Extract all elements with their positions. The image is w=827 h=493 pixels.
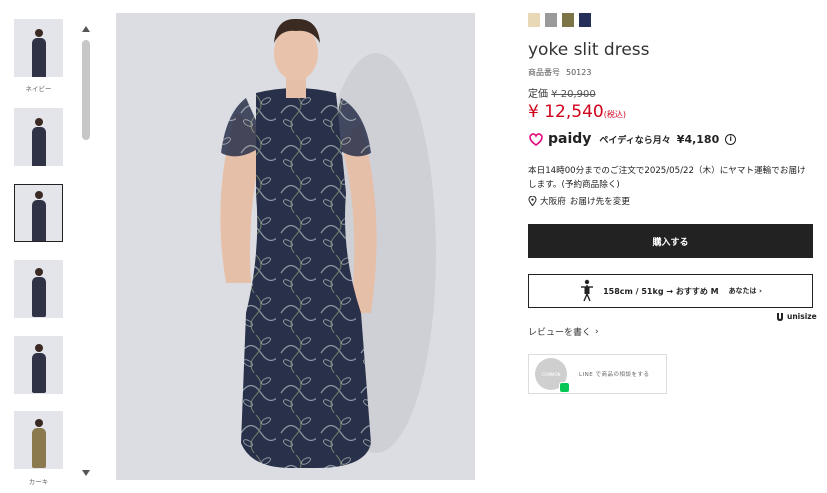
thumbnail-6[interactable]	[14, 411, 63, 469]
swatch-navy[interactable]	[579, 13, 591, 27]
thumbnail-4[interactable]	[14, 260, 63, 318]
model-illustration	[220, 18, 436, 468]
change-address-link[interactable]: お届け先を変更	[570, 195, 630, 207]
sale-price-value: ¥ 12,540	[528, 102, 604, 122]
paidy-logo: paidy	[528, 131, 591, 147]
size-link-label: あなたは	[728, 287, 757, 295]
color-swatches	[528, 13, 591, 27]
scroll-up-arrow[interactable]	[82, 26, 90, 32]
chevron-right-icon: ›	[759, 287, 762, 295]
chevron-right-icon: ›	[595, 326, 599, 337]
scroll-down-arrow[interactable]	[82, 470, 90, 476]
sale-price: ¥ 12,540(税込)	[528, 102, 626, 122]
write-review-label: レビューを書く	[528, 328, 592, 338]
paidy-monthly-label: ペイディなら月々	[599, 135, 671, 146]
product-sku: 商品番号 50123	[528, 67, 591, 78]
paidy-mark-icon	[529, 133, 543, 146]
size-recommendation[interactable]: 158cm / 51kg → おすすめ M あなたは ›	[528, 274, 813, 308]
list-price: 定価 ¥ 20,900	[528, 85, 596, 100]
list-price-value: ¥ 20,900	[551, 89, 596, 100]
thumbnail-caption-navy: ネイビー	[25, 85, 52, 93]
delivery-location: 大阪府 お届け先を変更	[528, 195, 630, 207]
sku-label: 商品番号	[528, 68, 560, 77]
paidy-monthly-amount: ¥4,180	[676, 132, 720, 146]
thumbnail-2[interactable]	[14, 108, 63, 166]
unisize-text: unisize	[787, 312, 817, 321]
line-consultation-button[interactable]: COMMON LINE で商品の相談をする	[528, 354, 667, 394]
thumbnail-caption-khaki: カーキ	[28, 478, 49, 486]
thumbnail-1[interactable]	[14, 19, 63, 77]
list-price-label: 定価	[528, 89, 548, 100]
paidy-logo-text: paidy	[548, 131, 592, 147]
buy-button[interactable]: 購入する	[528, 224, 813, 258]
unisize-logo-icon	[777, 312, 783, 321]
line-consultation-text: LINE で商品の相談をする	[579, 372, 650, 378]
staff-avatar: COMMON	[535, 358, 570, 393]
gallery-scrollbar-thumb[interactable]	[82, 40, 90, 140]
thumbnail-3-active[interactable]	[14, 184, 63, 242]
thumbnail-5[interactable]	[14, 336, 63, 394]
write-review-link[interactable]: レビューを書く ›	[528, 325, 599, 339]
delivery-message: 本日14時00分までのご注文で2025/05/22（木）にヤマト運輸でお届けしま…	[528, 166, 806, 190]
person-size-icon	[581, 279, 594, 302]
info-icon[interactable]: i	[725, 133, 737, 145]
line-app-icon	[559, 382, 570, 393]
location-pin-icon	[528, 196, 537, 206]
product-title: yoke slit dress	[528, 40, 650, 60]
size-recommendation-text: 158cm / 51kg → おすすめ M	[603, 286, 719, 296]
tax-note: (税込)	[603, 110, 626, 119]
sku-value: 50123	[566, 68, 592, 77]
delivery-prefecture: 大阪府	[540, 197, 566, 207]
swatch-khaki[interactable]	[562, 13, 574, 27]
unisize-brand: unisize	[776, 312, 817, 321]
swatch-gray[interactable]	[545, 13, 557, 27]
avatar-label: COMMON	[541, 371, 561, 377]
size-recommendation-link[interactable]: あなたは ›	[729, 286, 762, 296]
main-product-image	[116, 13, 475, 480]
paidy-installment: paidy ペイディなら月々 ¥4,180 i	[528, 131, 737, 147]
swatch-beige[interactable]	[528, 13, 540, 27]
